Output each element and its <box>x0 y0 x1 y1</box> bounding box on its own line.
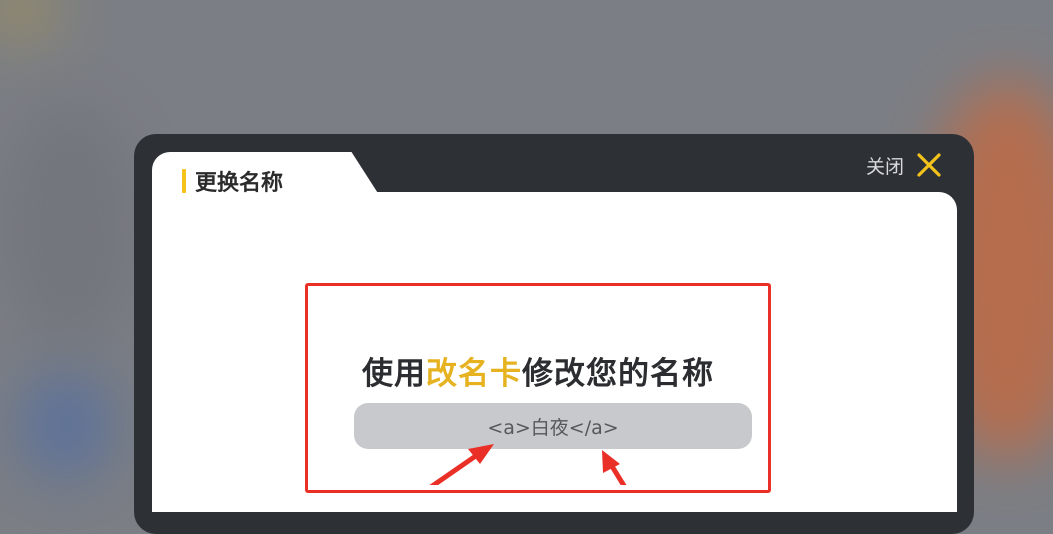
dialog-title-text: 更换名称 <box>195 171 284 196</box>
background-blur-yellow <box>0 0 60 40</box>
close-label: 关闭 <box>866 155 905 178</box>
name-input[interactable]: <a>白夜</a> <box>354 403 752 449</box>
close-button[interactable]: 关闭 <box>866 148 944 182</box>
title-accent-bar <box>182 169 186 193</box>
dialog-title: 更换名称 <box>182 166 283 196</box>
rename-prompt: 使用改名卡修改您的名称 <box>305 348 771 393</box>
background-blur-dark <box>0 100 140 350</box>
background-blur-blue <box>18 370 113 480</box>
name-input-value: <a>白夜</a> <box>487 416 619 439</box>
close-x-icon[interactable] <box>914 150 944 180</box>
rename-card-highlight: 改名卡 <box>426 356 522 392</box>
prompt-text-before: 使用 <box>362 356 426 392</box>
prompt-text-after: 修改您的名称 <box>522 356 714 392</box>
